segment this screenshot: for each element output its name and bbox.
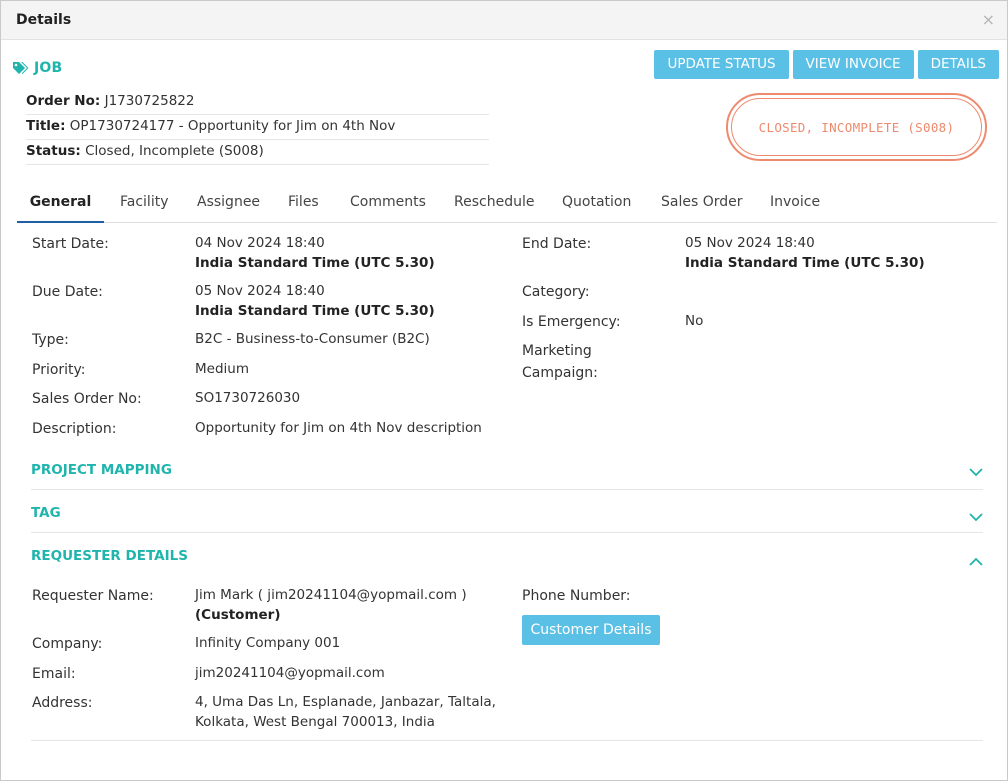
address-label: Address: xyxy=(32,695,93,711)
type-value: B2C - Business-to-Consumer (B2C) xyxy=(195,331,430,347)
details-modal: Details × JOB Order No: J1730725822 Titl… xyxy=(0,0,1008,781)
modal-header: Details × xyxy=(1,1,1007,40)
project-mapping-title[interactable]: PROJECT MAPPING xyxy=(31,462,172,478)
end-date-text: 05 Nov 2024 18:40 xyxy=(685,235,815,251)
type-label: Type: xyxy=(32,332,69,348)
tab-quotation[interactable]: Quotation xyxy=(562,187,631,223)
action-buttons: UPDATE STATUS VIEW INVOICE DETAILS xyxy=(654,50,999,79)
address-line1: 4, Uma Das Ln, Esplanade, Janbazar, Talt… xyxy=(195,694,496,710)
requester-title[interactable]: REQUESTER DETAILS xyxy=(31,548,188,564)
tag-section: TAG xyxy=(31,490,983,533)
requester-name-text: Jim Mark ( jim20241104@yopmail.com ) xyxy=(195,587,467,603)
tab-files[interactable]: Files xyxy=(288,187,319,223)
sales-order-label: Sales Order No: xyxy=(32,391,142,407)
status-label: Status: xyxy=(26,143,81,159)
job-label: JOB xyxy=(34,60,63,76)
description-value: Opportunity for Jim on 4th Nov descripti… xyxy=(195,420,482,436)
end-date-label: End Date: xyxy=(522,236,592,252)
company-label: Company: xyxy=(32,636,103,652)
tab-facility[interactable]: Facility xyxy=(120,187,169,223)
chevron-down-icon[interactable] xyxy=(969,465,983,481)
due-date-timezone: India Standard Time (UTC 5.30) xyxy=(195,303,435,319)
due-date-label: Due Date: xyxy=(32,284,103,300)
close-icon[interactable]: × xyxy=(982,10,995,29)
order-no-value: J1730725822 xyxy=(104,93,195,109)
requester-section: REQUESTER DETAILS xyxy=(31,533,983,573)
description-label: Description: xyxy=(32,421,117,437)
details-button[interactable]: DETAILS xyxy=(917,50,999,79)
emergency-value: No xyxy=(685,313,704,329)
status-stamp: CLOSED, INCOMPLETE (S008) xyxy=(726,93,987,161)
view-invoice-button[interactable]: VIEW INVOICE xyxy=(792,50,914,79)
requester-role: (Customer) xyxy=(195,607,281,623)
status-stamp-inner: CLOSED, INCOMPLETE (S008) xyxy=(731,98,982,156)
status-value: Closed, Incomplete (S008) xyxy=(85,143,264,159)
customer-details-button[interactable]: Customer Details xyxy=(522,615,660,645)
marketing-label-line1: Marketing xyxy=(522,343,592,359)
chevron-up-icon[interactable] xyxy=(969,554,983,570)
address-value: 4, Uma Das Ln, Esplanade, Janbazar, Talt… xyxy=(195,692,496,732)
tab-comments[interactable]: Comments xyxy=(350,187,426,223)
order-no-label: Order No: xyxy=(26,93,101,109)
email-value: jim20241104@yopmail.com xyxy=(195,665,385,681)
end-date-timezone: India Standard Time (UTC 5.30) xyxy=(685,255,925,271)
title-label: Title: xyxy=(26,118,66,134)
category-label: Category: xyxy=(522,284,590,300)
requester-name-label: Requester Name: xyxy=(32,588,154,604)
tag-title[interactable]: TAG xyxy=(31,505,61,521)
emergency-label: Is Emergency: xyxy=(522,314,621,330)
job-heading: JOB xyxy=(12,60,62,76)
phone-number-label: Phone Number: xyxy=(522,588,631,604)
tab-assignee[interactable]: Assignee xyxy=(197,187,260,223)
due-date-text: 05 Nov 2024 18:40 xyxy=(195,283,325,299)
email-label: Email: xyxy=(32,666,76,682)
title-value: OP1730724177 - Opportunity for Jim on 4t… xyxy=(69,118,396,134)
update-status-button[interactable]: UPDATE STATUS xyxy=(654,50,789,79)
start-date-timezone: India Standard Time (UTC 5.30) xyxy=(195,255,435,271)
tags-icon xyxy=(12,61,30,75)
project-mapping-section: PROJECT MAPPING xyxy=(31,460,983,490)
company-value: Infinity Company 001 xyxy=(195,635,341,651)
start-date-label: Start Date: xyxy=(32,236,109,252)
title-row: Title: OP1730724177 - Opportunity for Ji… xyxy=(26,115,489,140)
due-date-value: 05 Nov 2024 18:40 India Standard Time (U… xyxy=(195,281,435,321)
modal-title: Details xyxy=(16,12,72,28)
start-date-value: 04 Nov 2024 18:40 India Standard Time (U… xyxy=(195,233,435,273)
marketing-campaign-label: Marketing Campaign: xyxy=(522,341,598,383)
sales-order-value: SO1730726030 xyxy=(195,390,301,406)
status-stamp-text: CLOSED, INCOMPLETE (S008) xyxy=(758,119,955,135)
order-no-row: Order No: J1730725822 xyxy=(26,90,489,115)
priority-label: Priority: xyxy=(32,362,86,378)
tab-sales-order[interactable]: Sales Order xyxy=(661,187,743,223)
tab-reschedule[interactable]: Reschedule xyxy=(454,187,534,223)
priority-value: Medium xyxy=(195,361,249,377)
status-row: Status: Closed, Incomplete (S008) xyxy=(26,140,489,165)
tab-invoice[interactable]: Invoice xyxy=(770,187,820,223)
address-line2: Kolkata, West Bengal 700013, India xyxy=(195,714,435,730)
marketing-label-line2: Campaign: xyxy=(522,365,598,381)
start-date-text: 04 Nov 2024 18:40 xyxy=(195,235,325,251)
chevron-down-icon[interactable] xyxy=(969,510,983,526)
tab-bar: General Facility Assignee Files Comments… xyxy=(17,187,997,223)
tab-general[interactable]: General xyxy=(17,187,104,223)
requester-name-value: Jim Mark ( jim20241104@yopmail.com ) (Cu… xyxy=(195,585,467,625)
end-date-value: 05 Nov 2024 18:40 India Standard Time (U… xyxy=(685,233,925,273)
divider xyxy=(31,740,983,741)
